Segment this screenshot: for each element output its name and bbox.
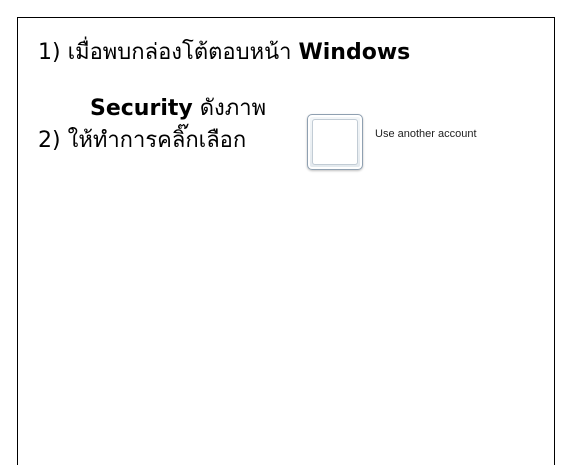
content-frame bbox=[17, 17, 555, 465]
step-1-continuation: Security ดังภาพ bbox=[90, 95, 266, 123]
step-1-suffix: ดังภาพ bbox=[192, 96, 267, 121]
step-1-prefix: 1) เมื่อพบกล่องโต้ตอบหน้า bbox=[38, 40, 299, 65]
step-2-text: 2) ให้ทำการคลิ๊กเลือก bbox=[38, 128, 247, 153]
account-tile-icon bbox=[312, 119, 358, 165]
use-another-account-label[interactable]: Use another account bbox=[375, 127, 477, 141]
step-2-line: 2) ให้ทำการคลิ๊กเลือก bbox=[38, 127, 246, 155]
step-1-line: 1) เมื่อพบกล่องโต้ตอบหน้า Windows bbox=[38, 39, 410, 67]
step-1-windows-keyword: Windows bbox=[298, 40, 411, 65]
step-1-security-keyword: Security bbox=[90, 96, 193, 121]
use-another-account-tile[interactable] bbox=[307, 114, 363, 170]
